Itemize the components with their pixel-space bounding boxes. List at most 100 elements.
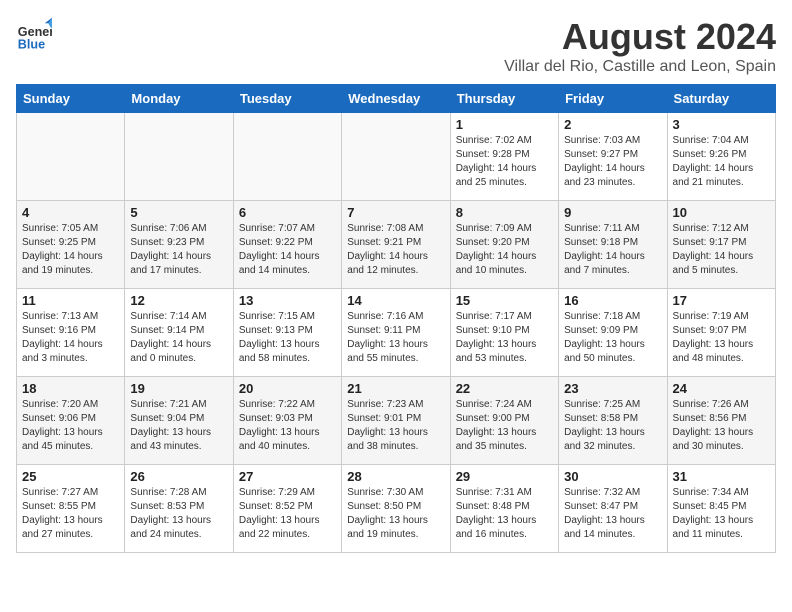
day-number: 15 <box>456 293 553 308</box>
calendar-day: 6 Sunrise: 7:07 AMSunset: 9:22 PMDayligh… <box>233 201 341 289</box>
day-info: Sunrise: 7:16 AMSunset: 9:11 PMDaylight:… <box>347 310 444 366</box>
calendar-day <box>233 113 341 201</box>
day-number: 27 <box>239 469 336 484</box>
header-day: Thursday <box>450 85 558 113</box>
day-info: Sunrise: 7:31 AMSunset: 8:48 PMDaylight:… <box>456 486 553 542</box>
day-number: 7 <box>347 205 444 220</box>
day-number: 8 <box>456 205 553 220</box>
day-number: 30 <box>564 469 661 484</box>
calendar-header: SundayMondayTuesdayWednesdayThursdayFrid… <box>17 85 776 113</box>
day-number: 4 <box>22 205 119 220</box>
day-info: Sunrise: 7:02 AMSunset: 9:28 PMDaylight:… <box>456 134 553 190</box>
month-title: August 2024 <box>504 16 776 58</box>
calendar-day: 7 Sunrise: 7:08 AMSunset: 9:21 PMDayligh… <box>342 201 450 289</box>
day-info: Sunrise: 7:22 AMSunset: 9:03 PMDaylight:… <box>239 398 336 454</box>
header-day: Sunday <box>17 85 125 113</box>
header-day: Saturday <box>667 85 775 113</box>
location-title: Villar del Rio, Castille and Leon, Spain <box>504 58 776 76</box>
day-number: 6 <box>239 205 336 220</box>
day-number: 16 <box>564 293 661 308</box>
calendar-week: 25 Sunrise: 7:27 AMSunset: 8:55 PMDaylig… <box>17 465 776 553</box>
day-info: Sunrise: 7:15 AMSunset: 9:13 PMDaylight:… <box>239 310 336 366</box>
day-info: Sunrise: 7:30 AMSunset: 8:50 PMDaylight:… <box>347 486 444 542</box>
calendar-day: 30 Sunrise: 7:32 AMSunset: 8:47 PMDaylig… <box>559 465 667 553</box>
day-number: 12 <box>130 293 227 308</box>
svg-text:Blue: Blue <box>18 37 45 51</box>
day-info: Sunrise: 7:25 AMSunset: 8:58 PMDaylight:… <box>564 398 661 454</box>
day-info: Sunrise: 7:26 AMSunset: 8:56 PMDaylight:… <box>673 398 770 454</box>
calendar-day: 25 Sunrise: 7:27 AMSunset: 8:55 PMDaylig… <box>17 465 125 553</box>
day-info: Sunrise: 7:23 AMSunset: 9:01 PMDaylight:… <box>347 398 444 454</box>
day-info: Sunrise: 7:18 AMSunset: 9:09 PMDaylight:… <box>564 310 661 366</box>
calendar-day: 17 Sunrise: 7:19 AMSunset: 9:07 PMDaylig… <box>667 289 775 377</box>
calendar-day: 2 Sunrise: 7:03 AMSunset: 9:27 PMDayligh… <box>559 113 667 201</box>
day-info: Sunrise: 7:06 AMSunset: 9:23 PMDaylight:… <box>130 222 227 278</box>
calendar-day: 21 Sunrise: 7:23 AMSunset: 9:01 PMDaylig… <box>342 377 450 465</box>
day-number: 28 <box>347 469 444 484</box>
day-number: 9 <box>564 205 661 220</box>
day-info: Sunrise: 7:12 AMSunset: 9:17 PMDaylight:… <box>673 222 770 278</box>
day-info: Sunrise: 7:32 AMSunset: 8:47 PMDaylight:… <box>564 486 661 542</box>
day-number: 17 <box>673 293 770 308</box>
day-info: Sunrise: 7:24 AMSunset: 9:00 PMDaylight:… <box>456 398 553 454</box>
day-number: 1 <box>456 117 553 132</box>
day-number: 22 <box>456 381 553 396</box>
day-info: Sunrise: 7:27 AMSunset: 8:55 PMDaylight:… <box>22 486 119 542</box>
logo: General Blue <box>16 16 52 52</box>
day-info: Sunrise: 7:20 AMSunset: 9:06 PMDaylight:… <box>22 398 119 454</box>
calendar-day: 23 Sunrise: 7:25 AMSunset: 8:58 PMDaylig… <box>559 377 667 465</box>
day-number: 26 <box>130 469 227 484</box>
calendar-week: 11 Sunrise: 7:13 AMSunset: 9:16 PMDaylig… <box>17 289 776 377</box>
calendar-day: 22 Sunrise: 7:24 AMSunset: 9:00 PMDaylig… <box>450 377 558 465</box>
calendar-day: 13 Sunrise: 7:15 AMSunset: 9:13 PMDaylig… <box>233 289 341 377</box>
day-number: 23 <box>564 381 661 396</box>
calendar-day: 24 Sunrise: 7:26 AMSunset: 8:56 PMDaylig… <box>667 377 775 465</box>
day-number: 20 <box>239 381 336 396</box>
day-number: 11 <box>22 293 119 308</box>
calendar-day: 11 Sunrise: 7:13 AMSunset: 9:16 PMDaylig… <box>17 289 125 377</box>
day-number: 13 <box>239 293 336 308</box>
day-number: 24 <box>673 381 770 396</box>
header-day: Friday <box>559 85 667 113</box>
day-info: Sunrise: 7:29 AMSunset: 8:52 PMDaylight:… <box>239 486 336 542</box>
day-number: 29 <box>456 469 553 484</box>
calendar-week: 1 Sunrise: 7:02 AMSunset: 9:28 PMDayligh… <box>17 113 776 201</box>
day-info: Sunrise: 7:14 AMSunset: 9:14 PMDaylight:… <box>130 310 227 366</box>
calendar-day: 3 Sunrise: 7:04 AMSunset: 9:26 PMDayligh… <box>667 113 775 201</box>
day-number: 2 <box>564 117 661 132</box>
day-info: Sunrise: 7:13 AMSunset: 9:16 PMDaylight:… <box>22 310 119 366</box>
day-number: 5 <box>130 205 227 220</box>
calendar-day: 10 Sunrise: 7:12 AMSunset: 9:17 PMDaylig… <box>667 201 775 289</box>
day-number: 19 <box>130 381 227 396</box>
calendar-day: 27 Sunrise: 7:29 AMSunset: 8:52 PMDaylig… <box>233 465 341 553</box>
day-number: 31 <box>673 469 770 484</box>
header-day: Tuesday <box>233 85 341 113</box>
title-block: August 2024 Villar del Rio, Castille and… <box>504 16 776 76</box>
calendar-day: 4 Sunrise: 7:05 AMSunset: 9:25 PMDayligh… <box>17 201 125 289</box>
day-info: Sunrise: 7:03 AMSunset: 9:27 PMDaylight:… <box>564 134 661 190</box>
calendar-table: SundayMondayTuesdayWednesdayThursdayFrid… <box>16 84 776 553</box>
calendar-day: 19 Sunrise: 7:21 AMSunset: 9:04 PMDaylig… <box>125 377 233 465</box>
header-day: Wednesday <box>342 85 450 113</box>
calendar-day: 20 Sunrise: 7:22 AMSunset: 9:03 PMDaylig… <box>233 377 341 465</box>
calendar-day: 28 Sunrise: 7:30 AMSunset: 8:50 PMDaylig… <box>342 465 450 553</box>
day-number: 14 <box>347 293 444 308</box>
calendar-week: 18 Sunrise: 7:20 AMSunset: 9:06 PMDaylig… <box>17 377 776 465</box>
calendar-day: 26 Sunrise: 7:28 AMSunset: 8:53 PMDaylig… <box>125 465 233 553</box>
calendar-day: 18 Sunrise: 7:20 AMSunset: 9:06 PMDaylig… <box>17 377 125 465</box>
header-row: SundayMondayTuesdayWednesdayThursdayFrid… <box>17 85 776 113</box>
day-info: Sunrise: 7:09 AMSunset: 9:20 PMDaylight:… <box>456 222 553 278</box>
calendar-day: 15 Sunrise: 7:17 AMSunset: 9:10 PMDaylig… <box>450 289 558 377</box>
calendar-day: 29 Sunrise: 7:31 AMSunset: 8:48 PMDaylig… <box>450 465 558 553</box>
day-info: Sunrise: 7:08 AMSunset: 9:21 PMDaylight:… <box>347 222 444 278</box>
calendar-day: 5 Sunrise: 7:06 AMSunset: 9:23 PMDayligh… <box>125 201 233 289</box>
calendar-body: 1 Sunrise: 7:02 AMSunset: 9:28 PMDayligh… <box>17 113 776 553</box>
calendar-day: 14 Sunrise: 7:16 AMSunset: 9:11 PMDaylig… <box>342 289 450 377</box>
calendar-day <box>342 113 450 201</box>
calendar-week: 4 Sunrise: 7:05 AMSunset: 9:25 PMDayligh… <box>17 201 776 289</box>
day-info: Sunrise: 7:19 AMSunset: 9:07 PMDaylight:… <box>673 310 770 366</box>
calendar-day <box>17 113 125 201</box>
day-info: Sunrise: 7:11 AMSunset: 9:18 PMDaylight:… <box>564 222 661 278</box>
day-info: Sunrise: 7:21 AMSunset: 9:04 PMDaylight:… <box>130 398 227 454</box>
day-number: 3 <box>673 117 770 132</box>
